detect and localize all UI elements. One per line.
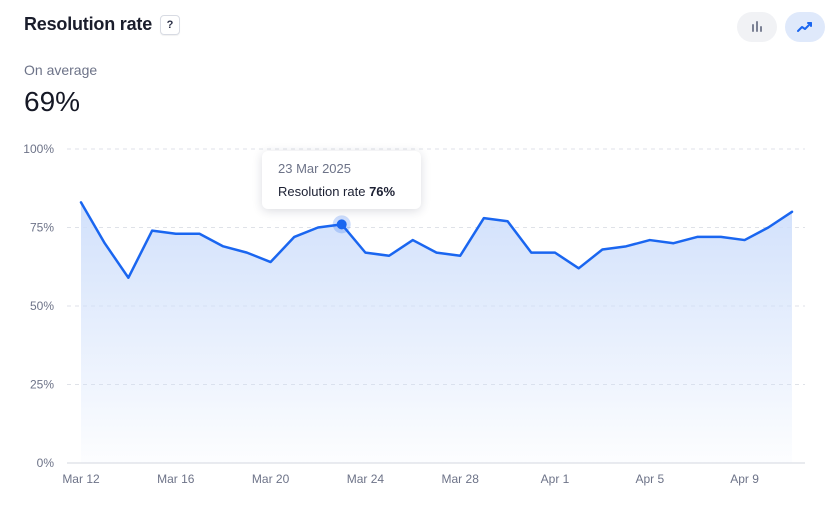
data-point[interactable] — [790, 210, 794, 214]
data-point[interactable] — [648, 238, 652, 242]
tooltip-metric-label: Resolution rate — [278, 184, 366, 199]
data-point[interactable] — [292, 235, 296, 239]
tooltip-date: 23 Mar 2025 — [278, 161, 351, 176]
data-point[interactable] — [126, 276, 130, 280]
data-point[interactable] — [221, 244, 225, 248]
x-tick-label: Mar 12 — [62, 472, 100, 486]
data-point[interactable] — [766, 226, 770, 230]
chart-header: Resolution rate ? — [24, 14, 181, 35]
line-chart-icon — [797, 22, 812, 32]
x-axis: Mar 12 Mar 16 Mar 20 Mar 24 Mar 28 Apr 1 Apr 5… — [62, 472, 759, 486]
data-point[interactable] — [363, 251, 367, 255]
data-point[interactable] — [482, 216, 486, 220]
bar-chart-icon — [752, 21, 762, 32]
data-point[interactable] — [174, 232, 178, 236]
x-tick-label: Mar 16 — [157, 472, 195, 486]
line-chart-toggle[interactable] — [785, 12, 825, 42]
hover-dot[interactable] — [336, 219, 347, 230]
data-point[interactable] — [458, 254, 462, 258]
bar-chart-toggle[interactable] — [737, 12, 777, 42]
data-point[interactable] — [269, 260, 273, 264]
x-tick-label: Apr 5 — [635, 472, 664, 486]
data-point[interactable] — [695, 235, 699, 239]
data-point[interactable] — [79, 200, 83, 204]
y-tick-label: 75% — [30, 221, 54, 235]
tooltip-metric-value: 76% — [369, 184, 396, 199]
y-tick-label: 100% — [23, 142, 54, 156]
average-value: 69% — [24, 86, 81, 117]
help-button[interactable]: ? — [160, 14, 181, 35]
x-tick-label: Mar 20 — [252, 472, 290, 486]
data-point[interactable] — [529, 251, 533, 255]
x-tick-label: Mar 24 — [347, 472, 385, 486]
data-point[interactable] — [150, 229, 154, 233]
y-axis: 0% 25% 50% 75% 100% — [23, 142, 54, 470]
data-point[interactable] — [316, 226, 320, 230]
area-fill — [81, 202, 792, 463]
x-tick-label: Apr 1 — [541, 472, 570, 486]
data-point[interactable] — [506, 219, 510, 223]
y-tick-label: 50% — [30, 299, 54, 313]
chart-title: Resolution rate — [24, 14, 153, 34]
data-point[interactable] — [103, 241, 107, 245]
chart-tooltip: 23 Mar 2025 Resolution rate 76% — [262, 151, 421, 209]
data-point[interactable] — [245, 251, 249, 255]
x-tick-label: Mar 28 — [442, 472, 480, 486]
average-label: On average — [24, 62, 98, 78]
data-point[interactable] — [672, 241, 676, 245]
data-point[interactable] — [624, 244, 628, 248]
data-point[interactable] — [577, 266, 581, 270]
data-point[interactable] — [411, 238, 415, 242]
data-point[interactable] — [719, 235, 723, 239]
y-tick-label: 25% — [30, 378, 54, 392]
data-point[interactable] — [553, 251, 557, 255]
hover-marker — [332, 215, 351, 234]
data-point[interactable] — [743, 238, 747, 242]
data-point[interactable] — [600, 247, 604, 251]
y-tick-label: 0% — [37, 456, 55, 470]
data-point[interactable] — [387, 254, 391, 258]
x-tick-label: Apr 9 — [730, 472, 759, 486]
data-point[interactable] — [198, 232, 202, 236]
chart-type-toggle — [737, 12, 825, 42]
tooltip-metric: Resolution rate 76% — [278, 184, 395, 199]
data-point[interactable] — [435, 251, 439, 255]
